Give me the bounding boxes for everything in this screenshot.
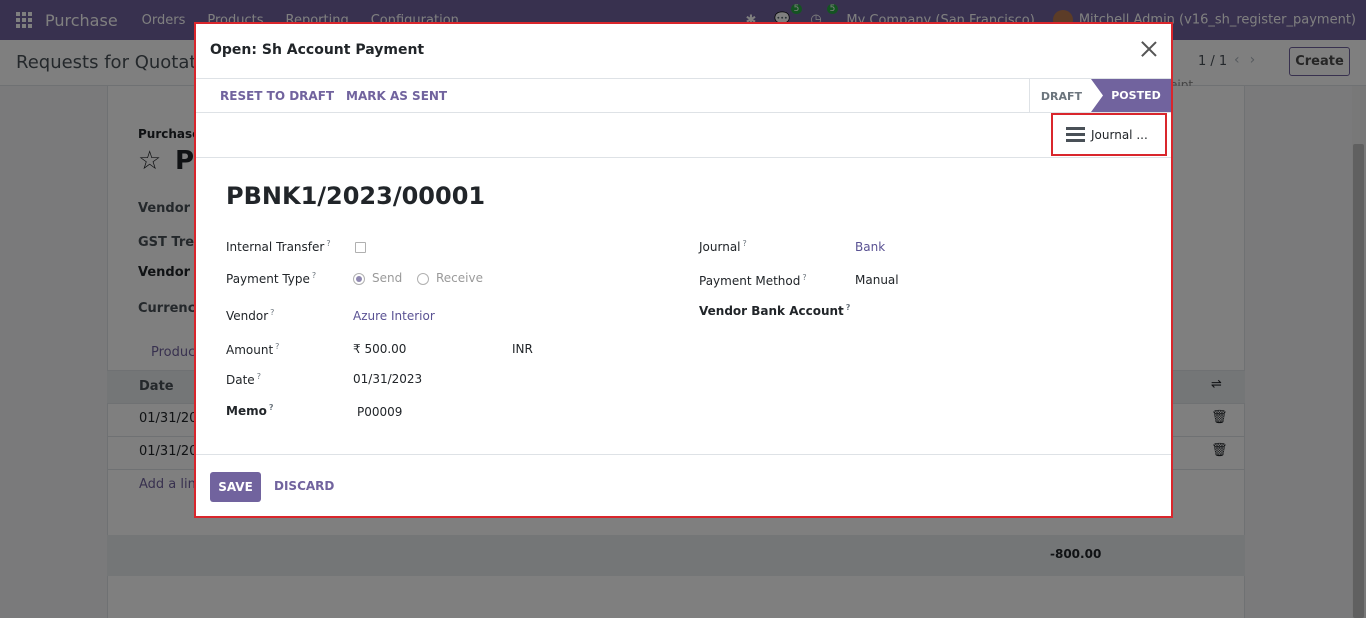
discard-button[interactable]: DISCARD [274,479,334,493]
journal-label: Journal? [699,239,747,254]
reset-to-draft-button[interactable]: RESET TO DRAFT [220,89,334,103]
dialog-footer: SAVE DISCARD [196,454,1171,516]
close-icon[interactable] [1140,40,1158,58]
dialog-header: Open: Sh Account Payment [196,24,1171,79]
journal-button-label: Journal ... [1091,127,1148,142]
date-value: 01/31/2023 [353,372,423,386]
payment-method-label: Payment Method? [699,273,807,288]
memo-label: Memo? [226,403,274,418]
payment-dialog: Open: Sh Account Payment RESET TO DRAFT … [194,22,1173,518]
date-label: Date? [226,372,261,387]
payment-type-send-radio[interactable] [353,273,365,285]
vendor-label: Vendor? [226,308,275,323]
memo-value: P00009 [357,405,403,419]
smart-button-bar: Journal ... [196,113,1171,158]
amount-value: ₹ 500.00 [353,342,407,356]
dialog-title: Open: Sh Account Payment [210,42,425,58]
vendor-value-link[interactable]: Azure Interior [353,309,435,323]
payment-type-send-label[interactable]: Send [372,271,402,285]
stage-posted[interactable]: POSTED [1091,79,1171,112]
payment-type-label: Payment Type? [226,271,317,286]
amount-label: Amount? [226,342,280,357]
list-icon [1066,127,1085,142]
payment-method-value: Manual [855,273,899,287]
payment-type-receive-label[interactable]: Receive [436,271,483,285]
currency-value: INR [512,342,533,356]
vendor-bank-account-label: Vendor Bank Account? [699,303,851,318]
journal-value-link[interactable]: Bank [855,240,885,254]
mark-as-sent-button[interactable]: MARK AS SENT [346,89,447,103]
payment-type-receive-radio[interactable] [417,273,429,285]
status-bar: RESET TO DRAFT MARK AS SENT DRAFT POSTED [196,79,1171,113]
record-name: PBNK1/2023/00001 [226,182,486,210]
internal-transfer-checkbox[interactable] [355,242,366,253]
internal-transfer-label: Internal Transfer? [226,239,331,254]
journal-smart-button[interactable]: Journal ... [1051,113,1167,156]
dialog-body: PBNK1/2023/00001 Internal Transfer? Paym… [196,158,1171,456]
save-button[interactable]: SAVE [210,472,261,502]
stage-draft[interactable]: DRAFT [1029,79,1093,113]
